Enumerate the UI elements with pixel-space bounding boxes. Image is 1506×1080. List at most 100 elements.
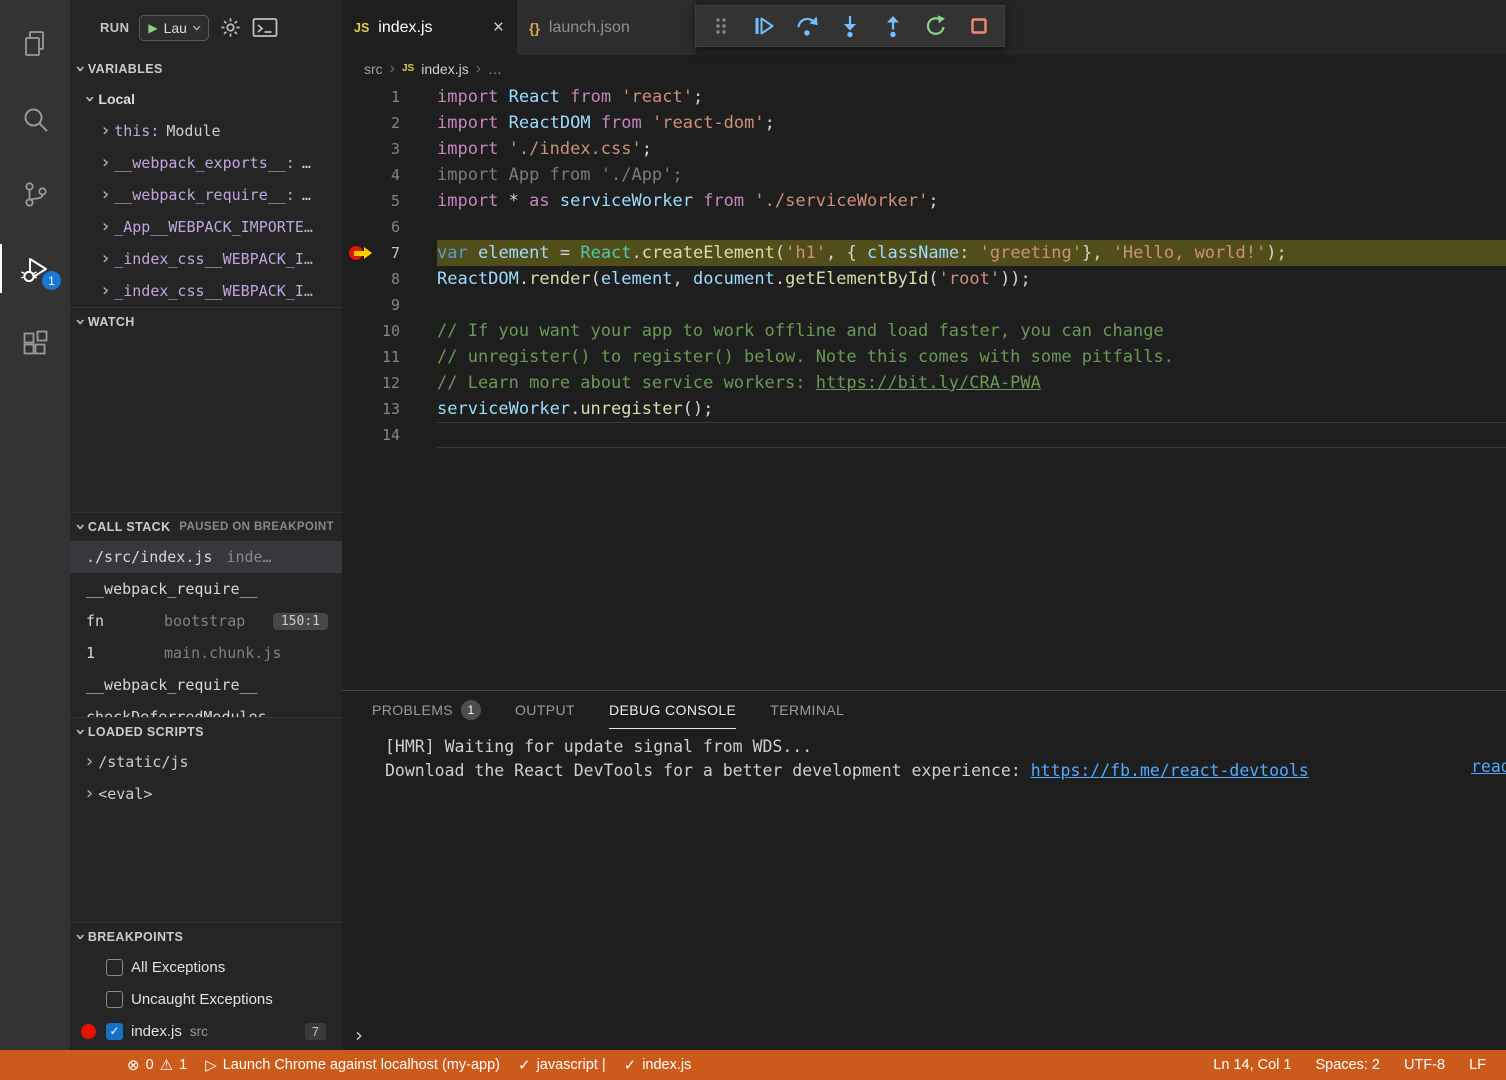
encoding-status[interactable]: UTF-8 bbox=[1392, 1050, 1457, 1080]
launch-config-status[interactable]: ▷ Launch Chrome against localhost (my-ap… bbox=[196, 1050, 509, 1080]
breakpoint-detail: src bbox=[190, 1024, 208, 1039]
code-text: var element = React.createElement('h1', … bbox=[437, 240, 1506, 266]
variable-row[interactable]: ›_App__WEBPACK_IMPORTE… bbox=[70, 211, 342, 243]
continue-button[interactable] bbox=[751, 13, 777, 39]
file-check-status[interactable]: ✓ index.js bbox=[615, 1050, 701, 1080]
variable-row[interactable]: › _index_css__WEBPACK_I… bbox=[70, 275, 342, 307]
play-icon: ▷ bbox=[205, 1056, 217, 1074]
eol-status[interactable]: LF bbox=[1457, 1050, 1498, 1080]
step-out-button[interactable] bbox=[880, 13, 906, 39]
code-line[interactable]: 3import './index.css'; bbox=[342, 136, 1506, 162]
chevron-down-icon: › bbox=[71, 933, 89, 941]
breakpoint-checkbox[interactable]: ✓ bbox=[106, 1023, 123, 1040]
call-stack-frame[interactable]: 1main.chunk.js bbox=[70, 637, 342, 669]
code-line[interactable]: 12// Learn more about service workers: h… bbox=[342, 370, 1506, 396]
tab-index-js[interactable]: JS index.js × bbox=[342, 0, 517, 55]
loaded-script-row[interactable]: ›/static/js bbox=[70, 746, 342, 778]
panel-tab-label: PROBLEMS bbox=[372, 702, 453, 718]
variable-row[interactable]: ›_index_css__WEBPACK_I… bbox=[70, 243, 342, 275]
code-line[interactable]: 13serviceWorker.unregister(); bbox=[342, 396, 1506, 422]
gear-icon[interactable] bbox=[219, 16, 242, 39]
breakpoint-row[interactable]: Uncaught Exceptions bbox=[70, 983, 342, 1015]
loaded-scripts-section: › LOADED SCRIPTS ›/static/js›<eval> bbox=[70, 717, 342, 922]
restart-button[interactable] bbox=[923, 13, 949, 39]
call-stack-frame[interactable]: __webpack_require__ bbox=[70, 669, 342, 701]
code-line[interactable]: 1import React from 'react'; bbox=[342, 84, 1506, 110]
code-editor[interactable]: 1import React from 'react';2import React… bbox=[342, 82, 1506, 690]
code-line[interactable]: 11// unregister() to register() below. N… bbox=[342, 344, 1506, 370]
panel-tab-problems[interactable]: PROBLEMS1 bbox=[372, 691, 481, 729]
warning-count: 1 bbox=[179, 1057, 187, 1073]
stop-button[interactable] bbox=[966, 13, 992, 39]
variables-section: › VARIABLES ›Local›this:Module›__webpack… bbox=[70, 55, 342, 307]
code-line[interactable]: 4import App from './App'; bbox=[342, 162, 1506, 188]
breakpoints-section-header[interactable]: › BREAKPOINTS bbox=[70, 923, 342, 951]
explorer-icon-button[interactable] bbox=[0, 6, 70, 81]
watch-section-header[interactable]: › WATCH bbox=[70, 308, 342, 336]
line-number: 6 bbox=[342, 214, 437, 240]
debug-config-dropdown[interactable]: ▶ Lau › bbox=[139, 15, 209, 41]
code-line[interactable]: 10// If you want your app to work offlin… bbox=[342, 318, 1506, 344]
code-text: serviceWorker.unregister(); bbox=[437, 396, 1506, 422]
warning-icon: ⚠ bbox=[160, 1056, 173, 1074]
panel-tab-output[interactable]: OUTPUT bbox=[515, 691, 575, 729]
section-title: WATCH bbox=[88, 315, 135, 329]
run-debug-icon-button[interactable]: 1 bbox=[0, 231, 70, 306]
breakpoint-checkbox[interactable] bbox=[106, 991, 123, 1008]
variable-name: _index_css__WEBPACK_I… bbox=[114, 282, 313, 300]
call-stack-frame[interactable]: fnbootstrap150:1 bbox=[70, 605, 342, 637]
code-line[interactable]: 7var element = React.createElement('h1',… bbox=[342, 240, 1506, 266]
extensions-icon bbox=[20, 329, 50, 359]
console-link[interactable]: https://fb.me/react-devtools bbox=[1031, 761, 1309, 780]
breakpoint-row[interactable]: ✓index.jssrc7 bbox=[70, 1015, 342, 1047]
breadcrumb[interactable]: src › JS index.js › … bbox=[342, 55, 1506, 82]
code-line[interactable]: 6 bbox=[342, 214, 1506, 240]
call-stack-frame[interactable]: ./src/index.jsinde… bbox=[70, 541, 342, 573]
debug-console-input[interactable]: › bbox=[342, 1020, 1506, 1050]
toolbar-grip-handle[interactable] bbox=[708, 13, 734, 39]
extensions-icon-button[interactable] bbox=[0, 306, 70, 381]
console-line: Download the React DevTools for a better… bbox=[385, 759, 1506, 783]
breakpoint-row[interactable]: All Exceptions bbox=[70, 951, 342, 983]
search-icon-button[interactable] bbox=[0, 81, 70, 156]
panel-tab-terminal[interactable]: TERMINAL bbox=[770, 691, 844, 729]
indentation-status[interactable]: Spaces: 2 bbox=[1303, 1050, 1392, 1080]
breadcrumb-symbol[interactable]: … bbox=[488, 61, 502, 77]
call-stack-frame[interactable]: __webpack_require__ bbox=[70, 573, 342, 605]
editor-group: JS index.js × {} launch.json bbox=[342, 0, 1506, 1050]
variable-row[interactable]: ›__webpack_require__:… bbox=[70, 179, 342, 211]
line-number: 8 bbox=[342, 266, 437, 292]
source-control-icon-button[interactable] bbox=[0, 156, 70, 231]
check-icon: ✓ bbox=[518, 1056, 531, 1074]
tab-launch-json[interactable]: {} launch.json bbox=[517, 0, 697, 55]
code-line[interactable]: 8ReactDOM.render(element, document.getEl… bbox=[342, 266, 1506, 292]
panel-tab-debug-console[interactable]: DEBUG CONSOLE bbox=[609, 691, 736, 729]
call-stack-section-header[interactable]: › CALL STACK PAUSED ON BREAKPOINT bbox=[70, 513, 342, 541]
loaded-script-row[interactable]: ›<eval> bbox=[70, 778, 342, 810]
variable-row[interactable]: ›__webpack_exports__:… bbox=[70, 147, 342, 179]
language-status[interactable]: ✓ javascript | bbox=[509, 1050, 615, 1080]
section-title: CALL STACK bbox=[88, 520, 171, 534]
variables-scope-row[interactable]: ›Local bbox=[70, 83, 342, 115]
loaded-scripts-section-header[interactable]: › LOADED SCRIPTS bbox=[70, 718, 342, 746]
start-debug-icon[interactable]: ▶ bbox=[148, 21, 157, 35]
code-link[interactable]: https://bit.ly/CRA-PWA bbox=[816, 373, 1041, 393]
code-line[interactable]: 9 bbox=[342, 292, 1506, 318]
problems-status[interactable]: ⊗ 0 ⚠ 1 bbox=[118, 1050, 196, 1080]
step-over-button[interactable] bbox=[794, 13, 820, 39]
code-line[interactable]: 14 bbox=[342, 422, 1506, 448]
variable-row[interactable]: ›this:Module bbox=[70, 115, 342, 147]
cursor-position-status[interactable]: Ln 14, Col 1 bbox=[1201, 1050, 1303, 1080]
code-line[interactable]: 5import * as serviceWorker from './servi… bbox=[342, 188, 1506, 214]
breadcrumb-folder[interactable]: src bbox=[364, 61, 383, 77]
close-icon[interactable]: × bbox=[493, 17, 504, 39]
variables-section-header[interactable]: › VARIABLES bbox=[70, 55, 342, 83]
call-stack-frame[interactable]: checkDeferredModules bbox=[70, 701, 342, 717]
breadcrumb-file[interactable]: index.js bbox=[421, 61, 468, 77]
debug-console-icon[interactable] bbox=[252, 17, 278, 39]
chevron-right-icon: › bbox=[102, 282, 109, 300]
breakpoint-checkbox[interactable] bbox=[106, 959, 123, 976]
console-overflow-link[interactable]: read bbox=[1471, 757, 1506, 776]
code-line[interactable]: 2import ReactDOM from 'react-dom'; bbox=[342, 110, 1506, 136]
step-into-button[interactable] bbox=[837, 13, 863, 39]
